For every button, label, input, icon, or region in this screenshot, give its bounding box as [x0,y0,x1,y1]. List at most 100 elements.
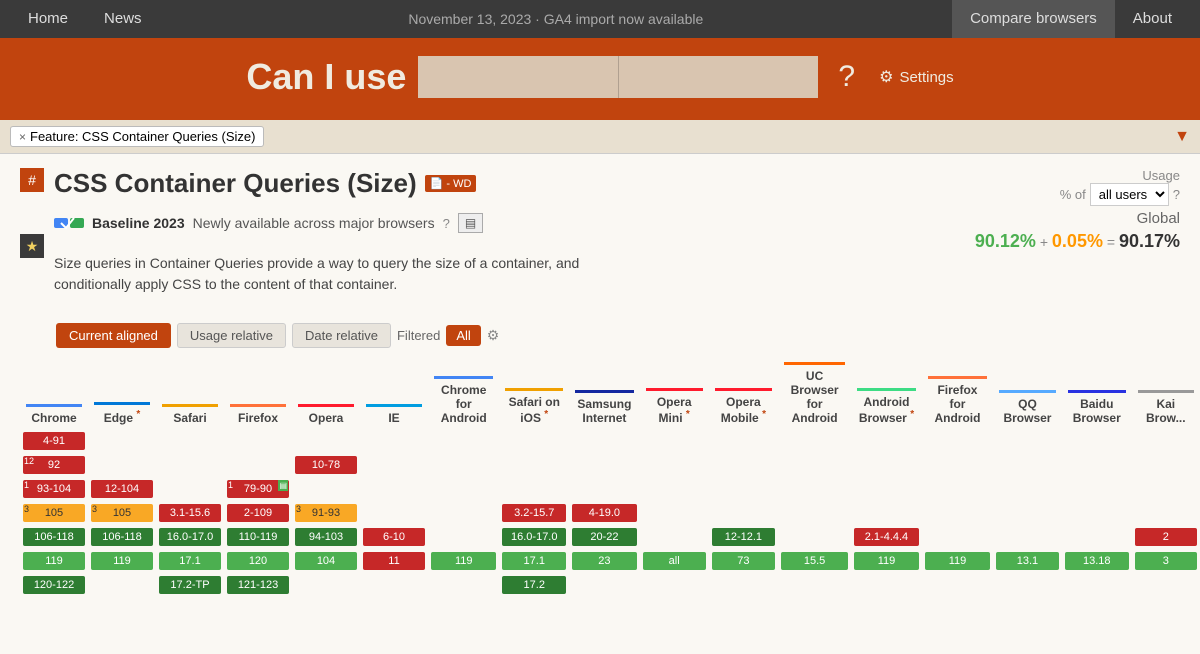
ffa-color-bar [928,376,987,379]
omob-cell-7 [709,573,779,597]
omob-cell-5: 12-12.1 [709,525,779,549]
version-cell[interactable]: 6-10 [363,528,425,546]
version-cell[interactable]: 119 [925,552,990,570]
kai-cell-6: 3 [1132,549,1200,573]
version-cell[interactable]: 121-123 [227,576,289,594]
search-input-2[interactable] [618,56,818,98]
version-cell[interactable]: 119 [23,552,85,570]
version-cell[interactable]: 16.0-17.0 [159,528,221,546]
version-cell[interactable]: 1292 [23,456,85,474]
version-cell[interactable]: 16.0-17.0 [502,528,566,546]
uc-cell-2 [778,453,851,477]
version-cell[interactable]: 17.1 [502,552,566,570]
om-cell-3 [640,477,709,501]
version-cell[interactable]: 110-119 [227,528,289,546]
version-cell[interactable]: 391-93 [295,504,357,522]
version-cell[interactable]: 3105 [91,504,153,522]
baseline-row: Baseline 2023 Newly available across maj… [54,207,654,237]
tab-date-relative[interactable]: Date relative [292,323,391,348]
version-cell[interactable]: 17.1 [159,552,221,570]
qq-cell-7 [993,573,1062,597]
nav-home[interactable]: Home [10,0,86,38]
baseline-detail-button[interactable]: ▤ [458,213,483,233]
version-cell[interactable]: 120 [227,552,289,570]
nav-right: Compare browsers About [952,0,1190,38]
breadcrumb-bar: × Feature: CSS Container Queries (Size) … [0,120,1200,154]
browser-sfi-header: Safari on iOS * [499,358,569,429]
nav-news[interactable]: News [86,0,160,38]
version-cell[interactable]: 3.1-15.6 [159,504,221,522]
uc-cell-5 [778,525,851,549]
version-cell[interactable]: 13.18 [1065,552,1129,570]
edge-cell-5: 106-118 [88,525,156,549]
version-cell[interactable]: 94-103 [295,528,357,546]
version-cell[interactable]: 12-12.1 [712,528,776,546]
version-cell[interactable]: 12-104 [91,480,153,498]
version-cell[interactable]: 119 [91,552,153,570]
version-cell[interactable]: 119 [854,552,919,570]
version-cell[interactable]: 73 [712,552,776,570]
version-cell[interactable]: 17.2 [502,576,566,594]
version-cell[interactable]: 4-19.0 [572,504,637,522]
version-cell[interactable]: 11 [363,552,425,570]
version-cell[interactable]: 23 [572,552,637,570]
ffa-cell-3 [922,477,993,501]
ie-cell-1 [360,429,428,453]
version-cell[interactable]: 104 [295,552,357,570]
version-cell[interactable]: 4-91 [23,432,85,450]
version-cell[interactable]: 106-118 [23,528,85,546]
tab-usage-relative[interactable]: Usage relative [177,323,286,348]
search-input-1[interactable] [418,56,618,98]
nav-about[interactable]: About [1115,0,1190,38]
omob-cell-6: 73 [709,549,779,573]
hero-section: Can I use ? ⚙ Settings [0,38,1200,120]
qq-cell-6: 13.1 [993,549,1062,573]
version-cell[interactable]: 13.1 [996,552,1059,570]
version-cell[interactable]: 10-78 [295,456,357,474]
usage-question-icon[interactable]: ? [1173,187,1180,202]
version-cell[interactable]: 3105 [23,504,85,522]
tab-all[interactable]: All [446,325,480,346]
uc-cell-6: 15.5 [778,549,851,573]
version-cell[interactable]: 120-122 [23,576,85,594]
edge-cell-4: 3105 [88,501,156,525]
version-cell[interactable]: 2-109 [227,504,289,522]
version-cell[interactable]: 3 [1135,552,1197,570]
version-cell[interactable]: 119 [431,552,496,570]
version-cell[interactable]: 2 [1135,528,1197,546]
version-cell[interactable]: 3.2-15.7 [502,504,566,522]
filter-icon[interactable]: ▼ [1174,128,1190,146]
table-settings-gear[interactable]: ⚙ [487,327,500,344]
table-row: 106-118 106-118 16.0-17.0 110-119 94-103… [20,525,1200,549]
version-cell[interactable]: 179-90 ▤ [227,480,289,498]
chrome-cell-2: 1292 [20,453,88,477]
version-cell[interactable]: all [643,552,706,570]
version-cell[interactable]: 20-22 [572,528,637,546]
kai-cell-2 [1132,453,1200,477]
version-cell[interactable]: 15.5 [781,552,848,570]
version-cell[interactable]: 193-104 [23,480,85,498]
version-cell[interactable]: 106-118 [91,528,153,546]
chrome-color-bar [26,404,82,407]
main-content: # ★ CSS Container Queries (Size) 📄 - WD [0,154,1200,654]
si-cell-5: 20-22 [569,525,640,549]
tab-current-aligned[interactable]: Current aligned [56,323,171,348]
ab-cell-3 [851,477,922,501]
settings-label: Settings [899,69,953,86]
ie-cell-3 [360,477,428,501]
nav-left: Home News [10,0,160,38]
qq-cell-5 [993,525,1062,549]
table-row: 4-91 [20,429,1200,453]
settings-button[interactable]: ⚙ Settings [879,67,954,87]
feature-icons: # ★ [20,168,44,258]
baseline-text: Newly available across major browsers [193,215,435,231]
usage-type-select[interactable]: all users [1090,183,1169,206]
version-cell[interactable]: 17.2-TP [159,576,221,594]
hash-icon[interactable]: # [20,168,44,192]
nav-compare[interactable]: Compare browsers [952,0,1115,38]
baidu-cell-3 [1062,477,1132,501]
close-tag-button[interactable]: × [19,130,26,144]
star-icon[interactable]: ★ [20,234,44,258]
version-cell[interactable]: 2.1-4.4.4 [854,528,919,546]
baseline-help-icon[interactable]: ? [443,216,450,231]
